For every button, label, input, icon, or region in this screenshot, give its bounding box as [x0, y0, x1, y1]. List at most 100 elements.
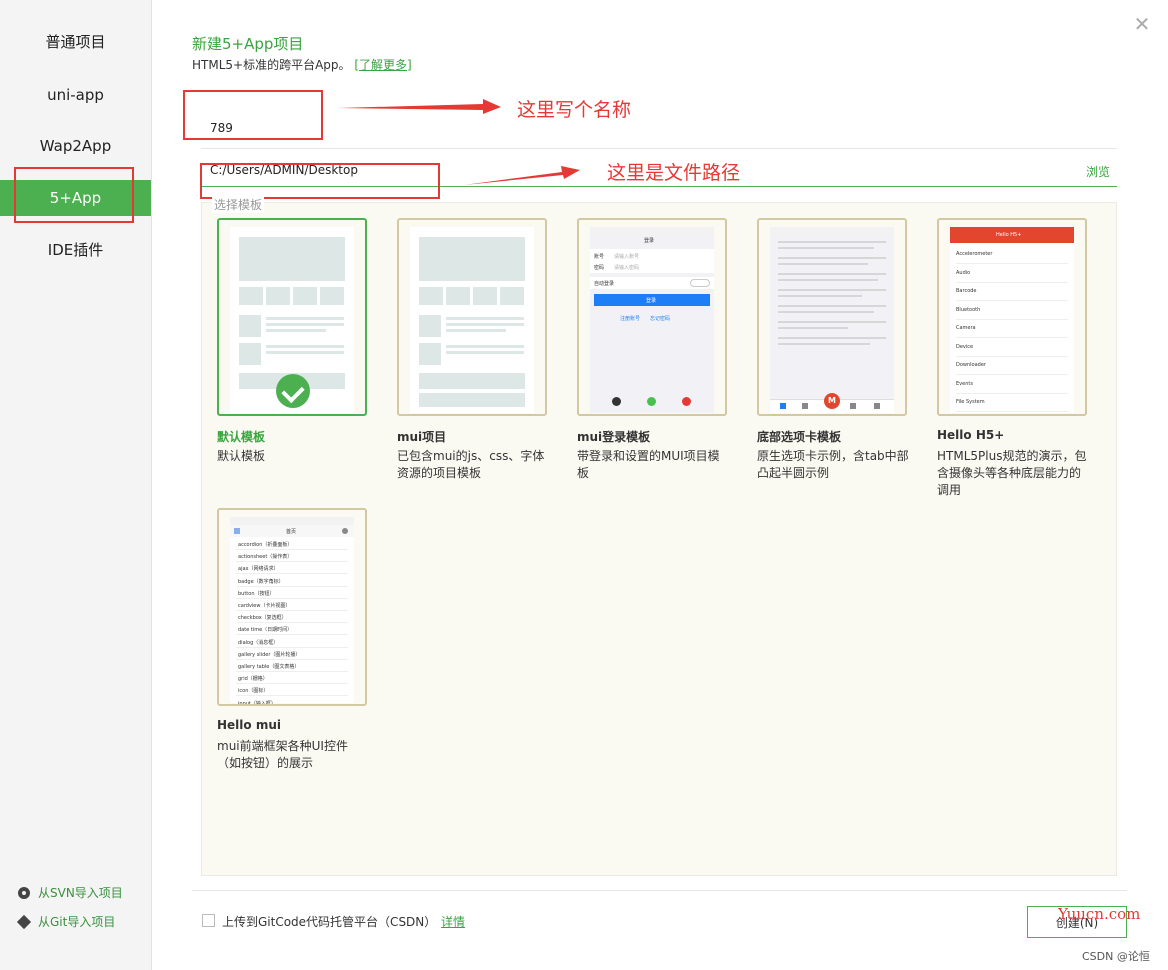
list-divider: [956, 263, 1068, 264]
name-underline: [201, 148, 1117, 149]
list-divider: [956, 300, 1068, 301]
template-desc-bottom-tab: 原生选项卡示例，含tab中部凸起半圆示例: [757, 449, 909, 480]
annotation-name-note: 这里写个名称: [517, 99, 632, 121]
wechat-icon: [647, 397, 656, 406]
list-divider: [956, 337, 1068, 338]
list-divider: [236, 634, 348, 636]
upload-gitcode-label: 上传到GitCode代码托管平台（CSDN）: [222, 915, 437, 929]
list-divider: [956, 355, 1068, 357]
mui-component-item: button（按钮）: [238, 590, 275, 597]
browse-button[interactable]: 浏览: [1086, 163, 1110, 180]
template-card-default[interactable]: [217, 218, 367, 416]
template-preview-tab: M: [770, 227, 894, 413]
mui-component-item: date time（日期时间）: [238, 627, 293, 634]
h5-api-item: Accelerometer: [956, 251, 993, 257]
watermark: Yuucn.com: [1058, 905, 1141, 923]
mui-component-item: input（输入框）: [238, 700, 276, 706]
mui-component-item: gallery slider（图片轮播）: [238, 651, 301, 658]
template-name-mui-login: mui登录模板: [577, 430, 651, 444]
import-git-link[interactable]: 从Git导入项目: [16, 913, 116, 930]
template-desc-hello-mui: mui前端框架各种UI控件（如按钮）的展示: [217, 739, 348, 770]
mui-component-item: accordion（折叠面板）: [238, 542, 293, 548]
list-divider: [956, 374, 1068, 375]
template-name-bottom-tab: 底部选项卡模板: [757, 430, 842, 444]
list-divider: [236, 658, 348, 660]
mui-component-item: gallery table（图文表格）: [238, 664, 300, 670]
list-divider: [236, 610, 348, 611]
sidebar: 普通项目 uni-app Wap2App 5+App IDE插件 从SVN导入项…: [0, 0, 152, 970]
weibo-icon: [682, 397, 691, 406]
mui-component-item: checkbox（复选框）: [238, 615, 287, 622]
annotation-arrow-name: [338, 99, 501, 114]
subtitle-text: HTML5+标准的跨平台App。: [192, 58, 351, 72]
list-divider: [236, 646, 348, 648]
footer-divider: [192, 890, 1127, 891]
sidebar-item-ide-plugin[interactable]: IDE插件: [0, 232, 151, 268]
status-bar: [230, 517, 354, 525]
sidebar-item-uni-app[interactable]: uni-app: [0, 77, 151, 113]
list-divider: [236, 671, 348, 672]
template-name-mui: mui项目: [397, 430, 447, 444]
list-divider: [236, 597, 348, 599]
h5-api-item: Device: [956, 343, 974, 350]
list-divider: [956, 281, 1068, 283]
mui-component-item: grid（栅格）: [238, 676, 268, 683]
sidebar-item-normal-project[interactable]: 普通项目: [0, 24, 151, 60]
template-preview-h5: Hello H5+ Accelerometer Audio Barcode Bluet…: [950, 227, 1074, 413]
annotation-box-name: [183, 90, 323, 140]
template-card-hello-mui[interactable]: 首页 accordion（折叠面板） actionsheet（操作表） ajax（网…: [217, 508, 367, 706]
list-divider: [236, 573, 348, 575]
h5-api-item: Events: [956, 380, 973, 387]
template-card-hello-h5[interactable]: Hello H5+ Accelerometer Audio Barcode Bluet…: [937, 218, 1087, 416]
list-divider: [956, 411, 1068, 412]
mui-component-item: dialog（消息框）: [238, 639, 279, 646]
annotation-arrow-path: [464, 166, 580, 185]
mui-component-item: cardview（卡片视图）: [238, 603, 291, 609]
annotation-box-path: [200, 163, 440, 199]
list-divider: [236, 585, 348, 587]
status-bar: [590, 227, 714, 235]
list-divider: [236, 622, 348, 624]
h5-api-item: Camera: [956, 325, 976, 331]
list-divider: [236, 549, 348, 550]
csdn-credit: CSDN @论恒: [1082, 950, 1150, 963]
import-git-label: 从Git导入项目: [38, 915, 116, 929]
details-link[interactable]: 详情: [441, 913, 465, 930]
git-icon: [16, 914, 32, 929]
template-card-mui[interactable]: [397, 218, 547, 416]
h5-api-item: Bluetooth: [956, 306, 981, 313]
mui-component-item: badge（数字角标）: [238, 578, 284, 585]
close-icon[interactable]: ✕: [1132, 14, 1152, 34]
h5-api-item: Audio: [956, 269, 971, 276]
h5-api-item: Barcode: [956, 288, 977, 294]
template-name-hello-h5: Hello H5+: [937, 428, 1005, 442]
template-desc-default: 默认模板: [217, 449, 266, 463]
tab-center-icon: M: [824, 393, 840, 409]
template-card-mui-login[interactable]: 登录 账号 请输入账号 密码 请输入密码 自动登录 登录 注册账号 忘记密码: [577, 218, 727, 416]
learn-more-link[interactable]: [了解更多]: [354, 58, 411, 72]
template-card-bottom-tab[interactable]: M: [757, 218, 907, 416]
upload-gitcode-checkbox[interactable]: [202, 914, 215, 927]
mui-component-item: icon（图标）: [238, 688, 269, 695]
template-legend: 选择模板: [212, 196, 265, 213]
annotation-path-note: 这里是文件路径: [607, 162, 741, 184]
import-svn-link[interactable]: 从SVN导入项目: [18, 884, 123, 901]
template-preview-hello-mui: 首页 accordion（折叠面板） actionsheet（操作表） ajax（网…: [230, 517, 354, 706]
list-divider: [236, 683, 348, 685]
mui-component-item: ajax（网络请求）: [238, 566, 279, 573]
list-divider: [236, 695, 348, 697]
template-desc-hello-h5: HTML5Plus规范的演示，包含摄像头等各种底层能力的调用: [937, 449, 1087, 497]
status-bar: [770, 227, 894, 235]
annotation-box-sidebar: [14, 167, 134, 223]
h5-api-item: File System: [956, 399, 985, 405]
template-preview-login: 登录 账号 请输入账号 密码 请输入密码 自动登录 登录 注册账号 忘记密码: [590, 227, 714, 413]
list-divider: [956, 318, 1068, 320]
template-name-default: 默认模板: [217, 430, 266, 444]
sidebar-item-wap2app[interactable]: Wap2App: [0, 128, 151, 164]
template-desc-mui: 已包含mui的js、css、字体资源的项目模板: [397, 449, 545, 480]
template-name-hello-mui: Hello mui: [217, 718, 281, 732]
selected-check-icon: [276, 374, 310, 408]
h5-api-item: Downloader: [956, 362, 986, 368]
list-divider: [236, 561, 348, 563]
list-divider: [956, 392, 1068, 394]
